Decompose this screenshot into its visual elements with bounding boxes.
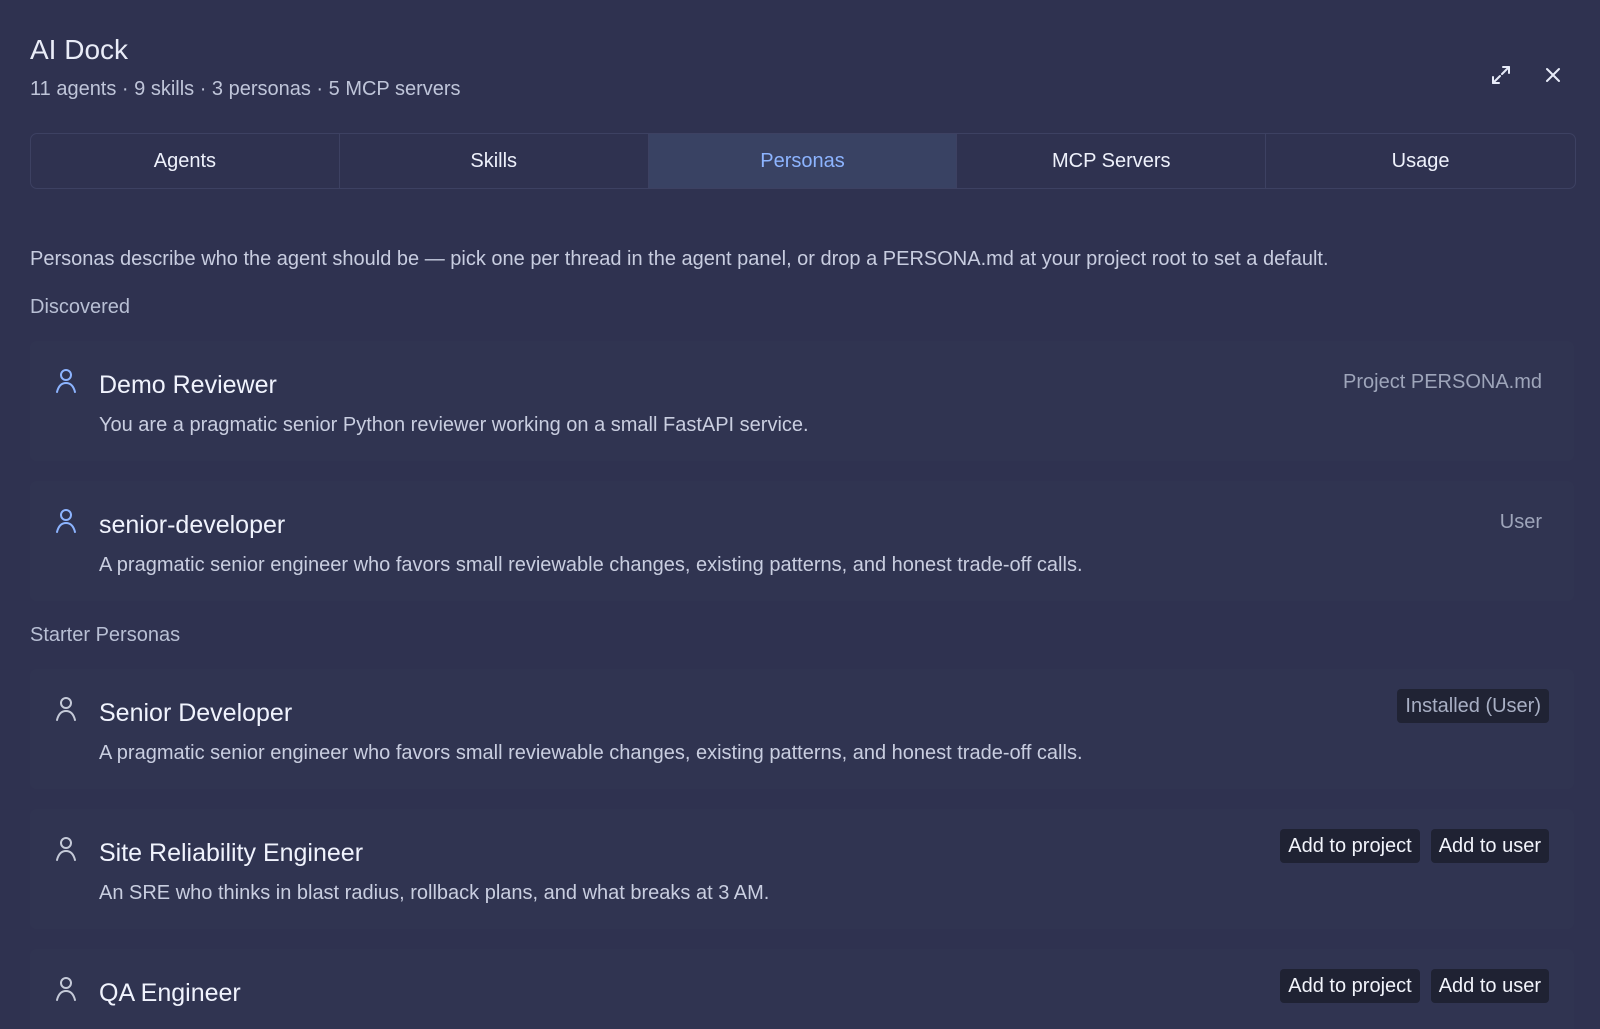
persona-name: Demo Reviewer xyxy=(99,371,277,399)
add-to-project-button[interactable]: Add to project xyxy=(1280,969,1420,1003)
persona-name: senior-developer xyxy=(99,511,286,539)
persona-description: A pragmatic senior engineer who favors s… xyxy=(99,554,1083,576)
user-icon xyxy=(55,696,77,722)
window-summary: 11 agents · 9 skills · 3 personas · 5 MC… xyxy=(30,78,461,100)
installed-status-badge: Installed (User) xyxy=(1397,689,1549,723)
persona-source: Project PERSONA.md xyxy=(1343,371,1542,393)
add-to-project-button[interactable]: Add to project xyxy=(1280,829,1420,863)
user-icon xyxy=(55,976,77,1002)
tab-skills[interactable]: Skills xyxy=(340,134,649,188)
window-actions xyxy=(1484,58,1570,92)
user-icon xyxy=(55,836,77,862)
persona-card-senior-developer-user[interactable]: senior-developer User A pragmatic senior… xyxy=(30,481,1574,601)
personas-content: Personas describe who the agent should b… xyxy=(30,245,1574,1029)
persona-description: An SRE who thinks in blast radius, rollb… xyxy=(99,882,770,904)
tab-mcp-servers[interactable]: MCP Servers xyxy=(957,134,1267,188)
persona-card-demo-reviewer[interactable]: Demo Reviewer Project PERSONA.md You are… xyxy=(30,341,1574,461)
add-to-user-button[interactable]: Add to user xyxy=(1430,829,1549,863)
starter-card-qa-engineer[interactable]: QA Engineer Add to project Add to user xyxy=(30,949,1574,1029)
tab-usage[interactable]: Usage xyxy=(1266,134,1575,188)
expand-button[interactable] xyxy=(1484,58,1518,92)
close-icon xyxy=(1546,68,1560,82)
persona-description: A pragmatic senior engineer who favors s… xyxy=(99,742,1083,764)
persona-description: You are a pragmatic senior Python review… xyxy=(99,414,809,436)
add-to-user-button[interactable]: Add to user xyxy=(1430,969,1549,1003)
window-header: AI Dock 11 agents · 9 skills · 3 persona… xyxy=(30,30,1570,110)
starter-card-senior-developer[interactable]: Senior Developer Installed (User) A prag… xyxy=(30,669,1574,789)
persona-name: QA Engineer xyxy=(99,979,241,1007)
persona-name: Senior Developer xyxy=(99,699,293,727)
starter-card-site-reliability-engineer[interactable]: Site Reliability Engineer Add to project… xyxy=(30,809,1574,929)
tab-personas[interactable]: Personas xyxy=(648,134,958,188)
persona-name: Site Reliability Engineer xyxy=(99,839,364,867)
persona-actions: Add to project Add to user xyxy=(1280,969,1549,1003)
section-tabs: Agents Skills Personas MCP Servers Usage xyxy=(30,133,1576,189)
close-button[interactable] xyxy=(1536,58,1570,92)
user-icon xyxy=(55,368,77,394)
user-icon xyxy=(55,508,77,534)
tab-agents[interactable]: Agents xyxy=(31,134,340,188)
persona-actions: Add to project Add to user xyxy=(1280,829,1549,863)
starter-personas-heading: Starter Personas xyxy=(30,624,181,646)
persona-source: User xyxy=(1499,511,1542,533)
expand-icon xyxy=(1492,66,1510,84)
personas-intro: Personas describe who the agent should b… xyxy=(30,248,1329,270)
ai-dock-window: AI Dock 11 agents · 9 skills · 3 persona… xyxy=(0,0,1600,1029)
window-title: AI Dock xyxy=(30,34,129,65)
discovered-heading: Discovered xyxy=(30,296,131,318)
